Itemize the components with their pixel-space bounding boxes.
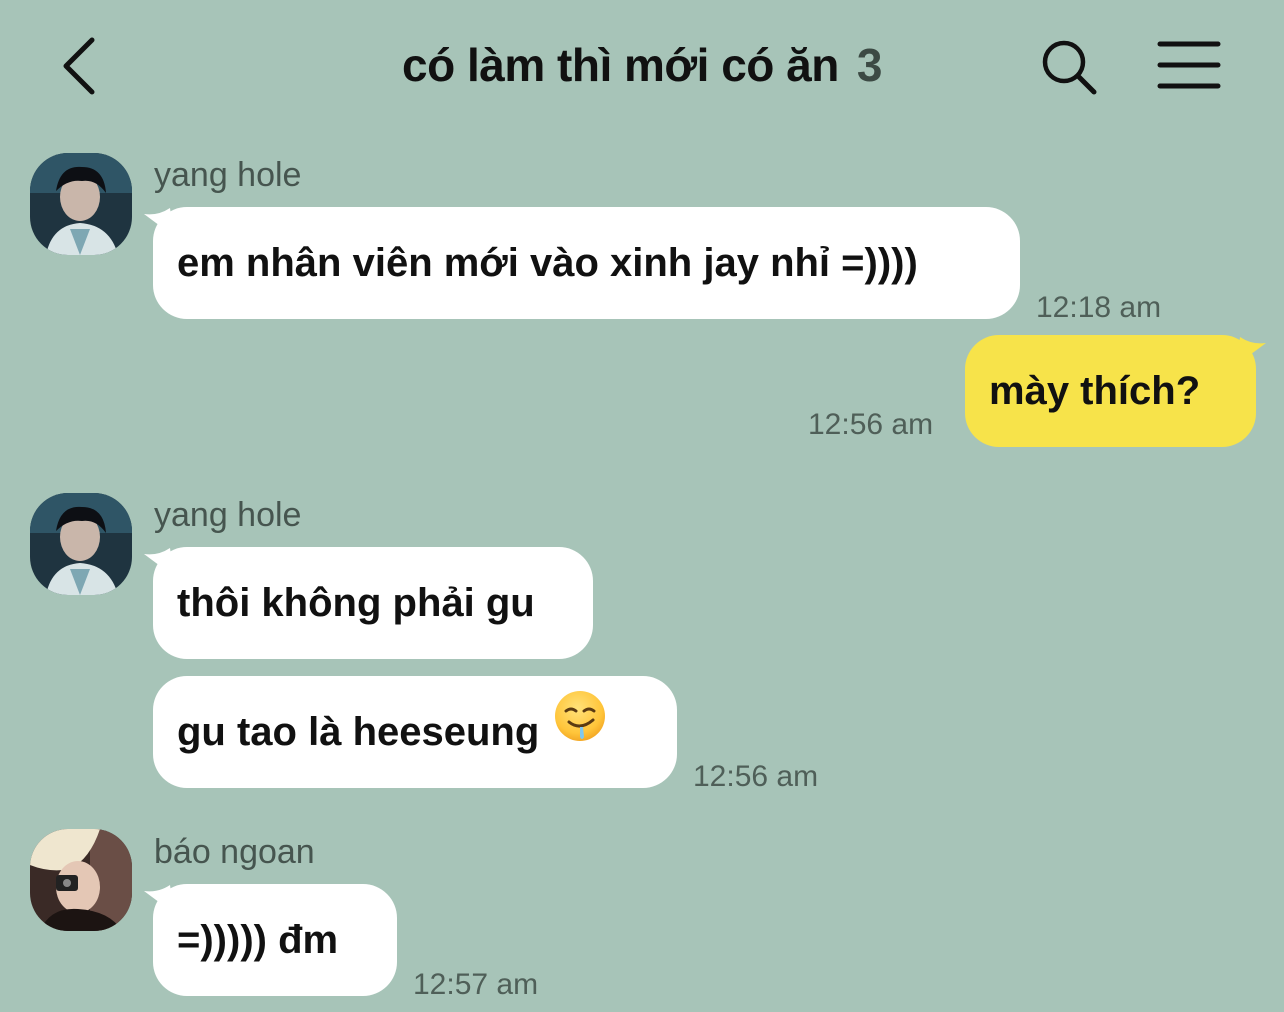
message-text: gu tao là heeseung: [177, 710, 540, 754]
message-bubble[interactable]: =))))) đm: [153, 884, 397, 996]
sender-name: báo ngoan: [154, 833, 315, 871]
avatar-yang-hole[interactable]: [30, 493, 132, 595]
avatar-photo-icon: [30, 153, 132, 255]
avatar-yang-hole[interactable]: [30, 153, 132, 255]
avatar-photo-icon: [30, 493, 132, 595]
member-count: 3: [856, 39, 883, 91]
hamburger-menu-icon: [1157, 41, 1221, 89]
message-text: =))))) đm: [177, 918, 339, 962]
search-icon: [1042, 40, 1097, 95]
menu-button[interactable]: [1156, 40, 1222, 90]
sender-name: yang hole: [154, 156, 302, 194]
message-bubble[interactable]: em nhân viên mới vào xinh jay nhỉ =)))): [153, 207, 1020, 319]
avatar-bao-ngoan[interactable]: [30, 829, 132, 931]
avatar-photo-icon: [30, 829, 132, 931]
message-bubble[interactable]: thôi không phải gu: [153, 547, 593, 659]
message-time: 12:18 am: [1036, 291, 1162, 324]
chat-header: có làm thì mới có ăn 3: [0, 0, 1284, 130]
message-time: 12:56 am: [808, 408, 934, 441]
drooling-face-icon: [553, 674, 607, 786]
search-button[interactable]: [1038, 36, 1098, 96]
chat-title-text: có làm thì mới có ăn: [402, 39, 839, 91]
message-time: 12:57 am: [413, 968, 539, 1001]
sender-name: yang hole: [154, 496, 302, 534]
message-text: em nhân viên mới vào xinh jay nhỉ =)))): [177, 241, 918, 285]
message-text: thôi không phải gu: [177, 581, 535, 625]
my-message-bubble[interactable]: mày thích?: [965, 335, 1256, 447]
message-bubble[interactable]: gu tao là heeseung: [153, 676, 677, 788]
message-time: 12:56 am: [693, 760, 819, 793]
message-text: mày thích?: [989, 369, 1201, 413]
